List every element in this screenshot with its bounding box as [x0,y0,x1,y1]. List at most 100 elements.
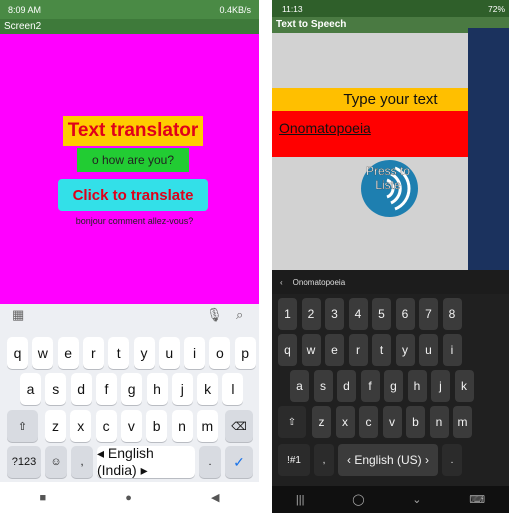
emoji-key[interactable]: ☺ [45,446,67,478]
key-x[interactable]: x [335,406,355,438]
key-g[interactable]: g [384,370,403,402]
comma-key[interactable]: , [314,444,334,476]
suggestion-word[interactable]: Onomatopoeia [293,278,345,287]
key-m[interactable]: m [196,410,218,442]
key-d[interactable]: d [70,373,92,405]
key-j[interactable]: j [171,373,193,405]
key-s[interactable]: s [45,373,67,405]
status-battery: 72% [487,3,505,14]
key-6[interactable]: 6 [395,298,415,330]
app-title: Screen2 [0,19,259,34]
key-e[interactable]: e [57,337,79,369]
status-bar: 11:13 72% [272,0,509,17]
key-4[interactable]: 4 [348,298,368,330]
key-a[interactable]: a [290,370,309,402]
grid-icon[interactable]: ▦ [12,307,24,323]
key-a[interactable]: a [20,373,41,405]
key-w[interactable]: w [301,334,321,366]
shift-key[interactable]: ⇧ [278,406,306,438]
key-q[interactable]: q [7,337,28,369]
key-b[interactable]: b [406,406,425,438]
key-k[interactable]: k [197,373,219,405]
key-u[interactable]: u [158,337,180,369]
translation-output: bonjour comment allez-vous? [75,216,194,226]
speech-text-input[interactable]: Onomatopoeia [279,120,371,136]
key-h[interactable]: h [146,373,168,405]
translator-title-label: Text translator [63,116,203,146]
key-o[interactable]: o [209,337,231,369]
status-bar: 8:09 AM 0.4KB/s [0,0,259,19]
key-e[interactable]: e [325,334,344,366]
home-icon[interactable]: ◯ [352,493,364,506]
key-3[interactable]: 3 [325,298,344,330]
key-w[interactable]: w [32,337,54,369]
key-q[interactable]: q [278,334,297,366]
chevron-left-icon[interactable]: ‹ [280,278,283,287]
period-key[interactable]: . [199,446,221,478]
key-t[interactable]: t [372,334,391,366]
key-f[interactable]: f [95,373,117,405]
key-8[interactable]: 8 [442,298,462,330]
key-m[interactable]: m [453,406,472,438]
key-h[interactable]: h [407,370,427,402]
key-r[interactable]: r [348,334,368,366]
key-2[interactable]: 2 [301,298,321,330]
source-text-input[interactable]: o how are you? [77,148,189,172]
key-u[interactable]: u [419,334,438,366]
period-key[interactable]: . [442,444,462,476]
key-d[interactable]: d [337,370,356,402]
comma-key[interactable]: , [71,446,93,478]
key-n[interactable]: n [429,406,449,438]
key-j[interactable]: j [431,370,450,402]
key-p[interactable]: p [234,337,256,369]
shift-key[interactable]: ⇧ [7,410,38,442]
status-network: 0.4KB/s [219,4,251,15]
recents-icon[interactable]: ■ [40,492,47,504]
enter-key[interactable]: ✓ [225,446,253,478]
key-k[interactable]: k [454,370,474,402]
microphone-icon[interactable]: 🎙 [206,307,223,323]
key-v[interactable]: v [382,406,402,438]
key-f[interactable]: f [360,370,380,402]
symbols-key[interactable]: !#1 [278,444,310,476]
translate-button[interactable]: Click to translate [58,179,208,211]
keyboard-icon[interactable]: ⌨ [469,493,485,506]
status-time: 11:13 [282,3,303,14]
press-to-listen-label: Press to Liste [365,164,410,192]
key-c[interactable]: c [95,410,117,442]
key-z[interactable]: z [45,410,66,442]
search-icon[interactable]: ⌕ [236,307,243,323]
key-z[interactable]: z [312,406,331,438]
key-i[interactable]: i [184,337,206,369]
key-1[interactable]: 1 [278,298,297,330]
nav-bar: ■ ● ◀ [0,482,259,513]
collapse-icon[interactable]: ⌄ [412,493,421,506]
key-y[interactable]: y [395,334,415,366]
key-y[interactable]: y [133,337,155,369]
key-c[interactable]: c [359,406,378,438]
key-l[interactable]: l [222,373,244,405]
divider [259,0,272,513]
key-n[interactable]: n [171,410,193,442]
suggestion-bar: ‹ Onomatopoeia [272,270,509,294]
nav-bar: ||| ◯ ⌄ ⌨ [272,486,509,513]
recents-icon[interactable]: ||| [296,494,305,506]
key-x[interactable]: x [70,410,92,442]
key-s[interactable]: s [313,370,333,402]
space-key[interactable]: ‹ English (US) › [338,444,438,476]
right-phone-screen: 11:13 72% Text to Speech Type your text … [272,0,509,513]
key-t[interactable]: t [108,337,130,369]
key-g[interactable]: g [121,373,143,405]
space-key[interactable]: ◂ English (India) ▸ [97,445,195,478]
status-time: 8:09 AM [8,4,42,15]
key-r[interactable]: r [82,337,104,369]
home-icon[interactable]: ● [125,492,132,504]
back-icon[interactable]: ◀ [211,491,219,504]
key-v[interactable]: v [120,410,142,442]
symbols-key[interactable]: ?123 [7,446,41,478]
key-i[interactable]: i [442,334,462,366]
backspace-key[interactable]: ⌫ [225,410,253,442]
key-7[interactable]: 7 [419,298,438,330]
key-b[interactable]: b [146,410,168,442]
key-5[interactable]: 5 [372,298,391,330]
